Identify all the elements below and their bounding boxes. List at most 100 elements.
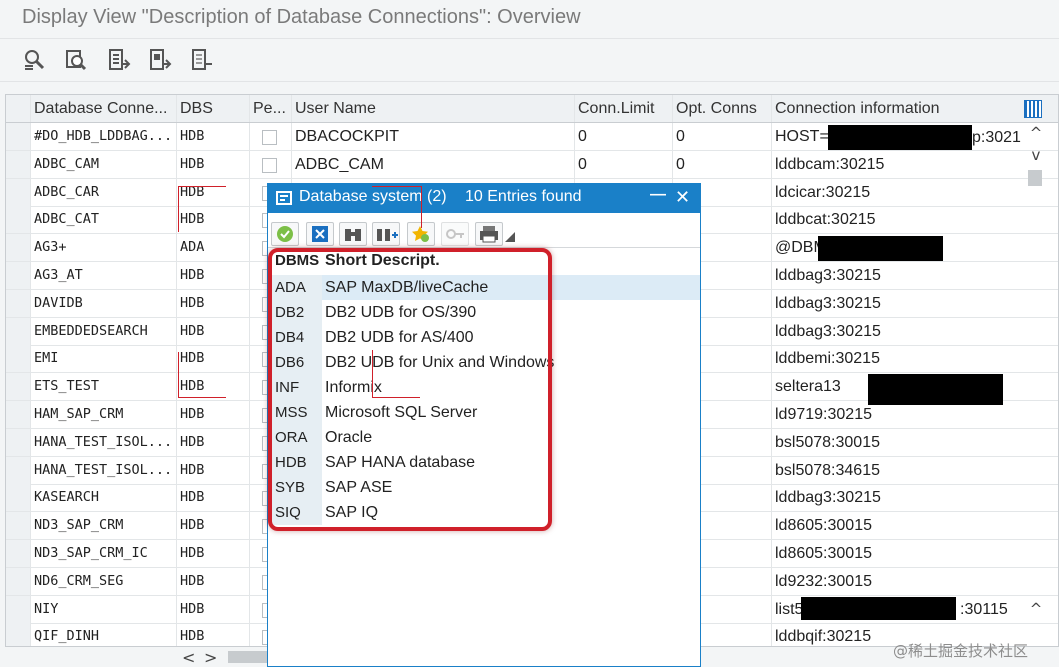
column-header-pe[interactable]: Pe... [250, 95, 292, 122]
row-selector[interactable] [6, 178, 31, 206]
row-selector[interactable] [6, 206, 31, 234]
row-selector[interactable] [6, 345, 31, 373]
select-block-icon[interactable] [148, 48, 172, 72]
row-selector[interactable] [6, 595, 31, 623]
annotation-line [178, 397, 226, 398]
permanent-checkbox[interactable] [262, 157, 277, 173]
annotation-line [372, 397, 420, 398]
cell-name: HAM_SAP_CRM [31, 401, 177, 428]
cancel-button[interactable] [306, 222, 334, 246]
row-selector[interactable] [6, 484, 31, 512]
watermark: @稀土掘金技术社区 [893, 642, 1029, 660]
redaction-box [801, 597, 956, 620]
pe-cell [250, 150, 292, 178]
close-button[interactable]: ✕ [675, 187, 690, 208]
cell-name: #DO_HDB_LDDBAG... [31, 123, 177, 150]
cancel-icon [312, 226, 328, 242]
table-row[interactable]: ADBC_CAM HDB ADBC_CAM 0 0 lddbcam:30215 [6, 150, 1058, 179]
row-selector[interactable] [6, 512, 31, 540]
cell-name: ADBC_CAR [31, 178, 177, 206]
row-selector[interactable] [6, 150, 31, 178]
redaction-box [818, 236, 943, 261]
scroll-down-icon[interactable]: v [1025, 146, 1047, 164]
print-button[interactable] [475, 222, 503, 246]
cell-dbs: HDB [177, 512, 250, 540]
binoculars-plus-icon [377, 229, 398, 241]
deselect-all-icon[interactable] [190, 48, 214, 72]
select-all-icon[interactable] [107, 48, 131, 72]
table-settings-icon[interactable] [1024, 100, 1042, 118]
column-header-name[interactable]: Database Conne... [31, 95, 177, 122]
row-selector[interactable] [6, 317, 31, 345]
find-icon[interactable] [64, 48, 88, 72]
column-header-info[interactable]: Connection information [772, 95, 1058, 122]
cell-name: ND3_SAP_CRM_IC [31, 540, 177, 567]
pe-cell [250, 123, 292, 150]
annotation-line [421, 186, 422, 228]
cell-info: lddbag3:30215 [772, 484, 1058, 511]
row-selector[interactable] [6, 289, 31, 317]
cell-info: lddbcam:30215 [772, 151, 1058, 178]
cell-name: QIF_DINH [31, 623, 177, 646]
select-all-cell[interactable] [6, 95, 31, 122]
vertical-scrollbar[interactable]: ^ v ^ [1021, 122, 1053, 652]
row-selector[interactable] [6, 262, 31, 289]
row-selector[interactable] [6, 567, 31, 595]
row-selector[interactable] [6, 540, 31, 567]
cell-info: ld8605:30015 [772, 540, 1058, 567]
cell-opt: 0 [673, 123, 772, 150]
annotation-line [178, 352, 179, 398]
row-selector[interactable] [6, 456, 31, 484]
cell-dbs: HDB [177, 206, 250, 234]
row-selector[interactable] [6, 401, 31, 428]
dropdown-triangle-icon[interactable] [505, 232, 515, 242]
key-button[interactable] [441, 222, 469, 246]
window-title: Display View "Description of Database Co… [22, 6, 581, 28]
row-selector[interactable] [6, 123, 31, 150]
scroll-right-icon[interactable]: > [204, 648, 217, 667]
annotation-highlight-box [268, 248, 552, 531]
column-header-user[interactable]: User Name [292, 95, 575, 122]
cell-info: lddbag3:30215 [772, 262, 1058, 289]
cell-dbs: HDB [177, 428, 250, 456]
cell-name: ETS_TEST [31, 373, 177, 401]
cell-name: ADBC_CAM [31, 150, 177, 178]
cell-opt: 0 [673, 150, 772, 178]
row-selector[interactable] [6, 428, 31, 456]
horizontal-scroll-thumb[interactable] [228, 651, 270, 663]
cell-name: NIY [31, 595, 177, 623]
dialog-window-icon [276, 191, 292, 205]
find-next-button[interactable] [372, 222, 400, 246]
row-selector[interactable] [6, 234, 31, 262]
row-selector[interactable] [6, 623, 31, 646]
cell-info: bsl5078:34615 [772, 457, 1058, 484]
find-button[interactable] [339, 222, 367, 246]
column-header-opt[interactable]: Opt. Conns [673, 95, 772, 122]
column-header-dbs[interactable]: DBS [177, 95, 250, 122]
cell-name: HANA_TEST_ISOL... [31, 428, 177, 456]
scroll-up-bottom-icon[interactable]: ^ [1025, 600, 1047, 618]
cell-name: KASEARCH [31, 484, 177, 512]
column-header-limit[interactable]: Conn.Limit [575, 95, 673, 122]
cell-dbs: ADA [177, 234, 250, 262]
cell-limit: 0 [575, 123, 673, 150]
cell-name: ND3_SAP_CRM [31, 512, 177, 540]
confirm-button[interactable] [271, 222, 299, 246]
scroll-up-icon[interactable]: ^ [1025, 124, 1047, 142]
permanent-checkbox[interactable] [262, 130, 277, 145]
annotation-line [178, 186, 226, 187]
cell-info: ldcicar:30215 [772, 179, 1058, 206]
cell-dbs: HDB [177, 178, 250, 206]
cell-name: AG3_AT [31, 262, 177, 289]
display-icon[interactable] [22, 48, 46, 72]
cell-dbs: HDB [177, 345, 250, 373]
cell-name: EMI [31, 345, 177, 373]
cell-info: bsl5078:30015 [772, 429, 1058, 456]
annotation-line [372, 350, 373, 398]
scroll-left-icon[interactable]: < [182, 648, 195, 667]
row-selector[interactable] [6, 373, 31, 401]
redaction-box [828, 125, 972, 150]
dialog-titlebar[interactable]: Database system (2) 10 Entries found — ✕ [268, 184, 700, 213]
scroll-thumb[interactable] [1028, 170, 1042, 186]
minimize-button[interactable]: — [650, 186, 666, 204]
